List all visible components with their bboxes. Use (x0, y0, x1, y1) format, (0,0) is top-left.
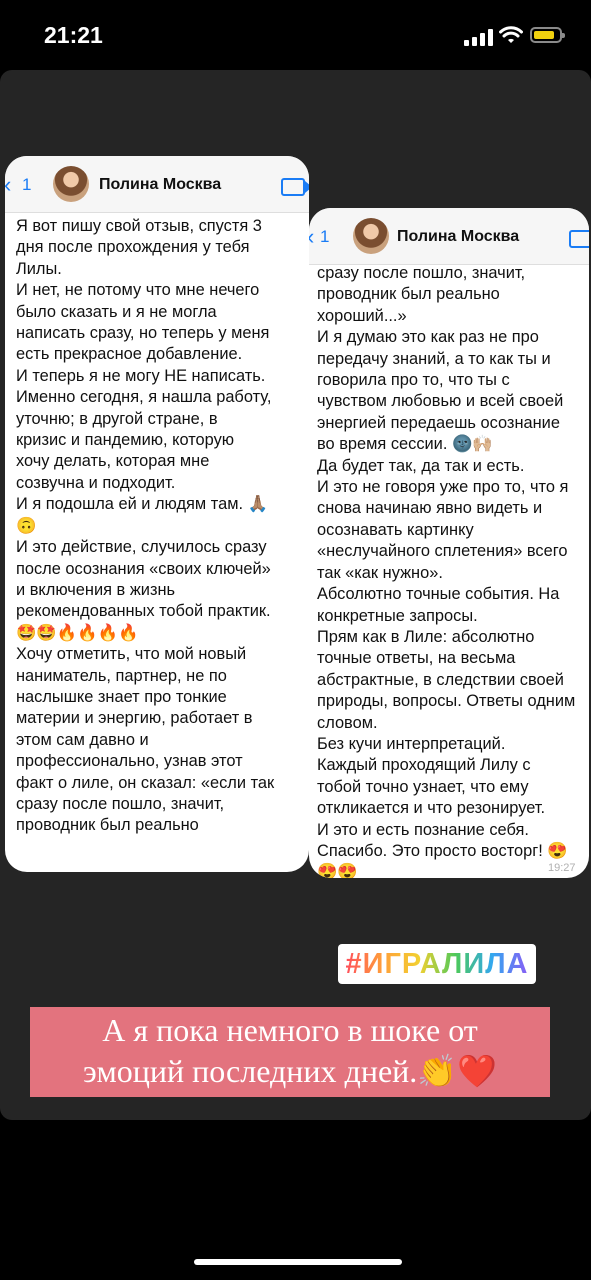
chat-header: ‹ 1 Полина Москва (5, 156, 309, 213)
back-count: 1 (22, 175, 32, 194)
message-text: сразу после пошло, значит, проводник был… (317, 264, 576, 878)
back-chevron-icon[interactable]: ‹ (5, 172, 11, 198)
caption-line-1: А я пока немного в шоке от (102, 1012, 478, 1048)
video-call-icon[interactable] (569, 230, 589, 248)
contact-name: Полина Москва (397, 228, 520, 245)
contact-name: Полина Москва (99, 176, 222, 193)
video-call-icon[interactable] (281, 178, 309, 196)
chat-screenshot-left: ‹ 1 Полина Москва Я вот пишу свой отзыв,… (5, 156, 309, 872)
status-time: 21:21 (44, 22, 103, 48)
chat-screenshot-right: ‹ 1 Полина Москва сразу после пошло, зна… (309, 208, 589, 878)
chat-header: ‹ 1 Полина Москва (309, 208, 589, 265)
message-bubble: Я вот пишу свой отзыв, спустя 3 дня посл… (8, 213, 304, 869)
home-indicator[interactable] (194, 1259, 402, 1265)
contact-avatar (53, 166, 89, 202)
cellular-signal-icon (464, 28, 494, 46)
status-bar: 21:21 (0, 0, 591, 70)
hashtag-text: #ИГРАЛИЛА (345, 948, 529, 980)
wifi-icon (499, 26, 523, 43)
message-timestamp: 19:27 (548, 862, 576, 874)
caption-block: А я пока немного в шоке от эмоций послед… (30, 1007, 550, 1097)
back-chevron-icon[interactable]: ‹ (309, 224, 314, 250)
message-text: Я вот пишу свой отзыв, спустя 3 дня посл… (16, 217, 275, 835)
message-bubble: сразу после пошло, значит, проводник был… (312, 264, 586, 878)
battery-icon (530, 27, 565, 43)
caption-line-2: эмоций последних дней.👏❤️ (83, 1053, 497, 1089)
battery-level (534, 31, 554, 39)
back-count: 1 (320, 227, 330, 246)
contact-avatar (353, 218, 389, 254)
hashtag-sticker[interactable]: #ИГРАЛИЛА (338, 944, 536, 984)
